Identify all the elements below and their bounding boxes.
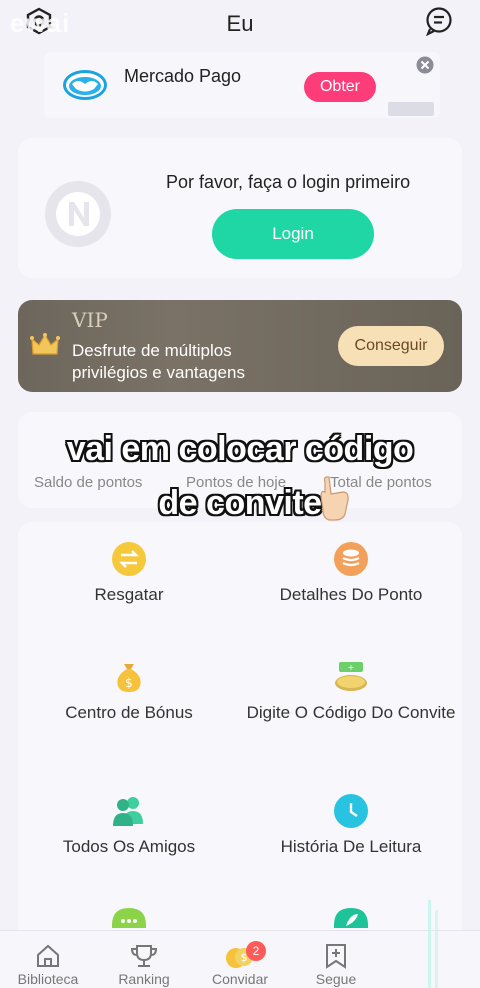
vip-get-button[interactable]: Conseguir bbox=[338, 326, 444, 366]
menu-item-label: Digite O Código Do Convite bbox=[246, 703, 456, 722]
friends-icon bbox=[111, 794, 147, 828]
light-streak bbox=[428, 900, 438, 988]
menu-item-label: Resgatar bbox=[94, 585, 164, 604]
tab-label: Biblioteca bbox=[17, 971, 79, 987]
home-icon bbox=[35, 943, 61, 969]
menu-item-bonus-center[interactable]: $ Centro de Bónus bbox=[18, 658, 240, 723]
tab-label: Segue bbox=[315, 971, 357, 987]
tab-ranking[interactable]: Ranking bbox=[96, 931, 192, 987]
menu-item-label: Centro de Bónus bbox=[65, 703, 193, 722]
n-logo-avatar bbox=[44, 180, 112, 248]
vip-title: VIP bbox=[72, 308, 108, 332]
menu-item-label: História De Leitura bbox=[280, 837, 422, 856]
menu-item-label: Todos Os Amigos bbox=[62, 837, 196, 856]
coins-stack-icon bbox=[334, 542, 368, 576]
vip-banner[interactable]: VIP Desfrute de múltiplos privilégios e … bbox=[18, 300, 462, 392]
bookmark-plus-icon bbox=[324, 943, 348, 969]
clock-icon bbox=[334, 794, 368, 828]
invite-badge: 2 bbox=[246, 941, 266, 961]
svg-text:+: + bbox=[348, 663, 355, 672]
caption-line-1: vai em colocar código bbox=[66, 430, 414, 468]
tab-follow[interactable]: Segue bbox=[288, 931, 384, 987]
ad-banner[interactable]: Mercado Pago Obter bbox=[44, 52, 440, 118]
tab-label: Convidar bbox=[211, 971, 269, 987]
page-title: Eu bbox=[226, 11, 254, 36]
login-card: Por favor, faça o login primeiro Login bbox=[18, 138, 462, 278]
watermark: ewai bbox=[10, 8, 71, 38]
menu-item-reading-history[interactable]: História De Leitura bbox=[240, 794, 462, 857]
vip-description: Desfrute de múltiplos privilégios e vant… bbox=[72, 341, 245, 382]
menu-card: Resgatar Detalhes Do Ponto $ Centro de B… bbox=[18, 522, 462, 962]
menu-item-redeem[interactable]: Resgatar bbox=[18, 542, 240, 605]
top-bar: ewai Eu bbox=[0, 0, 480, 48]
trophy-icon bbox=[130, 943, 158, 969]
message-icon[interactable] bbox=[424, 6, 454, 41]
login-button[interactable]: Login bbox=[212, 209, 374, 259]
menu-item-label: Detalhes Do Ponto bbox=[279, 585, 423, 604]
invite-code-icon: + bbox=[333, 658, 369, 694]
handshake-icon bbox=[62, 68, 108, 102]
pointing-hand-icon bbox=[313, 474, 353, 527]
caption-line-2: de convite bbox=[158, 484, 322, 522]
tab-invite[interactable]: $ 2 Convidar bbox=[192, 931, 288, 987]
money-bag-icon: $ bbox=[111, 658, 147, 694]
close-icon[interactable] bbox=[416, 56, 434, 74]
tab-label: Ranking bbox=[118, 971, 170, 987]
tab-library[interactable]: Biblioteca bbox=[0, 931, 96, 987]
menu-item-all-friends[interactable]: Todos Os Amigos bbox=[18, 794, 240, 857]
exchange-icon bbox=[112, 542, 146, 576]
menu-item-invite-code[interactable]: + Digite O Código Do Convite bbox=[240, 658, 462, 723]
bottom-tab-bar: Biblioteca Ranking $ 2 Convidar Segue bbox=[0, 930, 480, 988]
login-prompt: Por favor, faça o login primeiro bbox=[166, 172, 411, 192]
ad-brand-name: Mercado Pago bbox=[124, 66, 242, 86]
crown-icon bbox=[30, 332, 60, 363]
ad-label bbox=[388, 102, 434, 116]
menu-item-point-details[interactable]: Detalhes Do Ponto bbox=[240, 542, 462, 605]
ad-get-button[interactable]: Obter bbox=[304, 72, 376, 102]
svg-text:$: $ bbox=[125, 676, 133, 690]
